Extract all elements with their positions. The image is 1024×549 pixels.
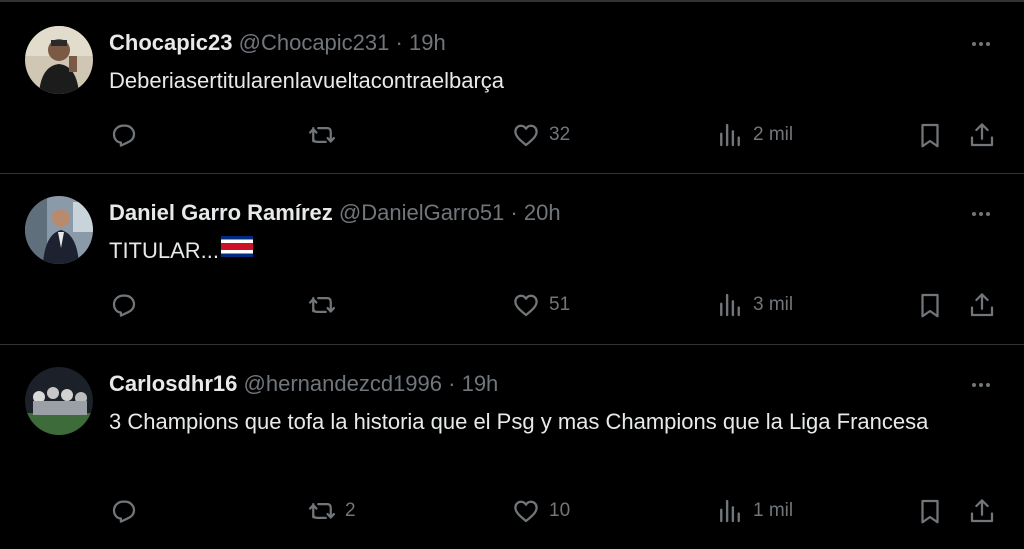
like-button[interactable]: 32 [511,118,570,152]
tweet-header: Carlosdhr16 @hernandezcd1996 · 19h [109,369,944,399]
share-icon [970,123,994,147]
reply-tweet[interactable]: Chocapic23 @Chocapic231 · 19h Deberiaser… [0,2,1024,174]
views-icon [720,123,740,147]
reply-icon [112,124,136,147]
views-icon [720,293,740,317]
separator-dot: · [448,371,456,396]
reply-tweet[interactable]: Carlosdhr16 @hernandezcd1996 · 19h 3 Cha… [0,345,1024,549]
bookmark-icon [921,499,939,524]
like-icon [514,124,538,147]
share-button[interactable] [967,288,997,322]
retweet-button[interactable] [307,288,345,322]
user-handle[interactable]: @DanielGarro51 [339,200,504,225]
costa-rica-flag-icon [221,233,254,267]
like-icon [514,294,538,317]
tweet-text: Deberiasertitularenlavueltacontraelbarça [109,68,505,93]
retweet-icon [309,503,335,519]
retweet-count: 2 [345,500,356,521]
timestamp[interactable]: 19h [409,30,446,55]
avatar[interactable] [25,367,93,435]
user-handle[interactable]: @Chocapic231 [239,30,390,55]
tweet-text: TITULAR... [109,234,984,269]
reply-button[interactable] [109,288,147,322]
views-count: 1 mil [753,500,794,521]
reply-button[interactable] [109,118,147,152]
views-icon [720,499,740,523]
tweet-text-content: TITULAR... [109,238,220,263]
more-icon[interactable] [966,34,996,54]
tweet-header: Daniel Garro Ramírez @DanielGarro51 · 20… [109,198,944,228]
separator-dot: · [395,30,403,55]
retweet-icon [309,297,335,313]
user-handle[interactable]: @hernandezcd1996 [244,371,442,396]
bookmark-button[interactable] [915,288,945,322]
like-count: 10 [549,500,571,521]
views-button[interactable]: 1 mil [715,494,793,528]
like-button[interactable]: 51 [511,288,570,322]
like-button[interactable]: 10 [511,494,570,528]
tweet-header: Chocapic23 @Chocapic231 · 19h [109,28,944,58]
separator-dot: · [510,200,518,225]
reply-icon [112,294,136,317]
display-name[interactable]: Carlosdhr16 [109,371,237,396]
reply-icon [112,500,136,523]
reply-button[interactable] [109,494,147,528]
bookmark-button[interactable] [915,494,945,528]
like-count: 32 [549,124,571,145]
avatar[interactable] [25,26,93,94]
bookmark-icon [921,293,939,318]
views-count: 3 mil [753,294,794,315]
timestamp[interactable]: 20h [524,200,561,225]
tweet-actions: 32 2 mil [109,118,1009,152]
like-count: 51 [549,294,571,315]
display-name[interactable]: Chocapic23 [109,30,233,55]
timestamp[interactable]: 19h [462,371,499,396]
display-name[interactable]: Daniel Garro Ramírez [109,200,333,225]
tweet-actions: 51 3 mil [109,288,1009,322]
bookmark-button[interactable] [915,118,945,152]
tweet-text: 3 Champions que tofa la historia que el … [109,409,929,434]
views-button[interactable]: 2 mil [715,118,793,152]
share-icon [970,499,994,523]
retweet-button[interactable] [307,118,345,152]
retweet-icon [309,127,335,143]
share-icon [970,293,994,317]
more-icon[interactable] [966,375,996,395]
tweet-actions: 2 10 1 mil [109,494,1009,528]
share-button[interactable] [967,494,997,528]
retweet-button[interactable]: 2 [307,494,356,528]
more-icon[interactable] [966,204,996,224]
reply-tweet[interactable]: Daniel Garro Ramírez @DanielGarro51 · 20… [0,174,1024,345]
views-count: 2 mil [753,124,794,145]
replies-feed: Chocapic23 @Chocapic231 · 19h Deberiaser… [0,0,1024,549]
like-icon [514,500,538,523]
views-button[interactable]: 3 mil [715,288,793,322]
avatar[interactable] [25,196,93,264]
share-button[interactable] [967,118,997,152]
bookmark-icon [921,123,939,148]
